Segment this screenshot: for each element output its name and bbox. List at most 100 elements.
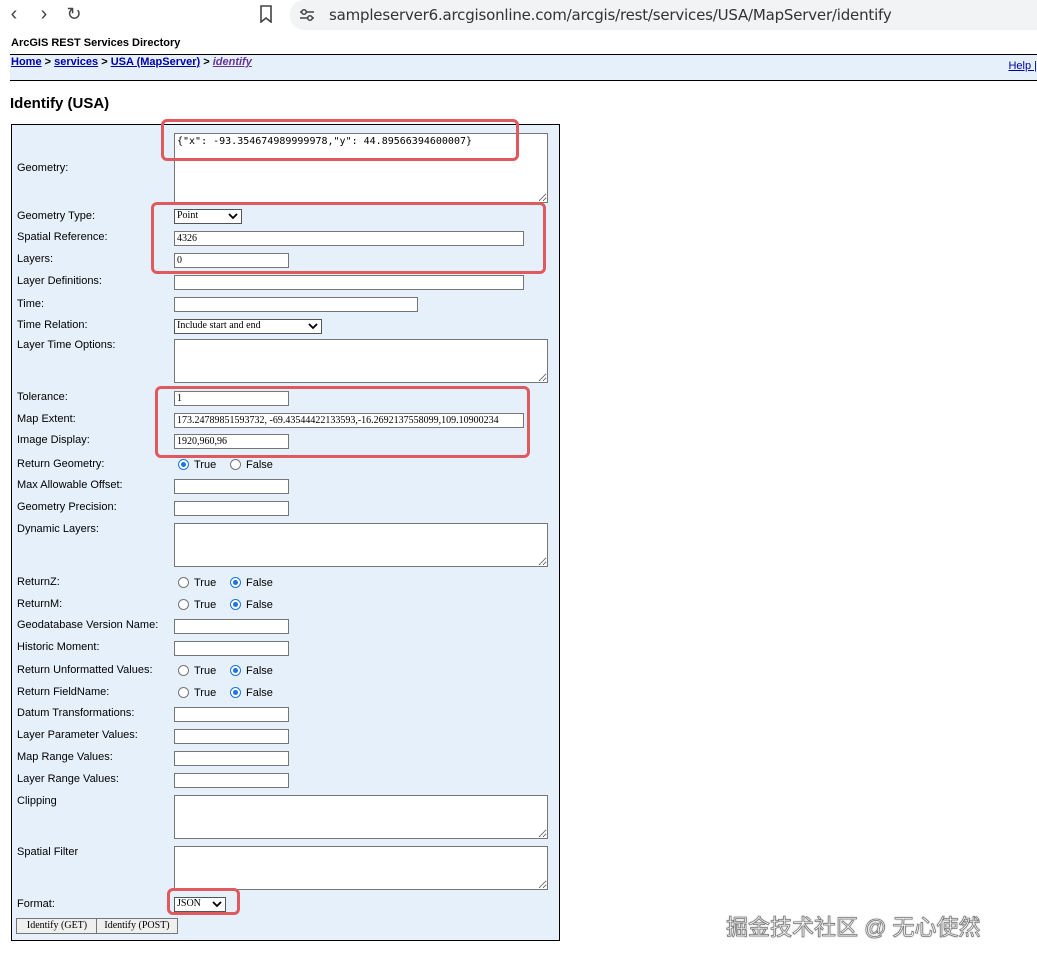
return-m-true-label: True xyxy=(194,599,217,611)
return-unformatted-label: Return Unformatted Values: xyxy=(17,664,153,676)
historic-moment-label: Historic Moment: xyxy=(17,641,100,653)
geometry-label: Geometry: xyxy=(17,162,69,174)
breadcrumb-services-link[interactable]: services xyxy=(54,56,98,68)
layer-parameter-values-label: Layer Parameter Values: xyxy=(17,729,138,741)
return-fieldname-true-radio[interactable] xyxy=(178,687,189,698)
time-relation-value: Include start and end xyxy=(177,320,261,331)
geometry-type-select[interactable]: Point xyxy=(174,209,242,224)
return-m-false-radio[interactable] xyxy=(230,599,241,610)
time-relation-label: Time Relation: xyxy=(17,319,88,331)
return-geometry-true-radio[interactable] xyxy=(178,459,189,470)
return-z-true-label: True xyxy=(194,577,217,589)
geometry-precision-input[interactable] xyxy=(174,501,289,516)
clipping-textarea[interactable] xyxy=(174,795,548,839)
datum-transformations-input[interactable] xyxy=(174,707,289,722)
format-label: Format: xyxy=(17,898,55,910)
chevron-down-icon xyxy=(228,213,238,220)
image-display-input[interactable] xyxy=(174,434,289,449)
return-z-false-radio[interactable] xyxy=(230,577,241,588)
layer-range-values-label: Layer Range Values: xyxy=(17,773,119,785)
spatial-reference-label: Spatial Reference: xyxy=(17,231,108,243)
gdb-version-input[interactable] xyxy=(174,619,289,634)
map-extent-label: Map Extent: xyxy=(17,413,76,425)
time-label: Time: xyxy=(17,298,45,310)
max-allowable-offset-label: Max Allowable Offset: xyxy=(17,479,123,491)
layer-time-options-label: Layer Time Options: xyxy=(17,339,116,351)
layer-time-options-textarea[interactable] xyxy=(174,339,548,383)
url-text[interactable]: sampleserver6.arcgisonline.com/arcgis/re… xyxy=(329,6,892,24)
datum-transformations-label: Datum Transformations: xyxy=(17,707,135,719)
layer-parameter-values-input[interactable] xyxy=(174,729,289,744)
chevron-down-icon xyxy=(308,323,318,330)
back-icon[interactable]: ‹ xyxy=(3,2,25,26)
identify-form: Geometry: {"x": -93.354674989999978,"y":… xyxy=(11,124,560,941)
watermark: 掘金技术社区 @ 无心使然 xyxy=(726,915,981,941)
reload-icon[interactable]: ↻ xyxy=(63,2,85,26)
return-z-false-label: False xyxy=(246,577,273,589)
site-settings-icon[interactable] xyxy=(299,8,315,22)
breadcrumb-separator: > xyxy=(200,56,213,68)
spatial-filter-label: Spatial Filter xyxy=(17,846,79,858)
map-range-values-input[interactable] xyxy=(174,751,289,766)
historic-moment-input[interactable] xyxy=(174,641,289,656)
return-fieldname-false-label: False xyxy=(246,687,273,699)
dynamic-layers-label: Dynamic Layers: xyxy=(17,523,99,535)
breadcrumb-separator: > xyxy=(41,56,55,68)
page-title: Identify (USA) xyxy=(10,95,110,112)
tolerance-label: Tolerance: xyxy=(17,391,68,403)
format-value: JSON xyxy=(177,898,201,909)
layers-input[interactable] xyxy=(174,253,289,268)
return-unformatted-false-label: False xyxy=(246,665,273,677)
breadcrumb-bar: Home > services > USA (MapServer) > iden… xyxy=(10,54,1037,81)
breadcrumb-home-link[interactable]: Home xyxy=(11,56,42,68)
identify-post-button[interactable]: Identify (POST) xyxy=(96,918,178,934)
map-range-values-label: Map Range Values: xyxy=(17,751,113,763)
dynamic-layers-textarea[interactable] xyxy=(174,523,548,567)
gdb-version-label: Geodatabase Version Name: xyxy=(17,619,159,631)
layer-range-values-input[interactable] xyxy=(174,773,289,788)
identify-get-button[interactable]: Identify (GET) xyxy=(16,918,98,934)
forward-icon[interactable]: › xyxy=(33,2,55,26)
return-m-label: ReturnM: xyxy=(17,598,63,610)
return-fieldname-false-radio[interactable] xyxy=(230,687,241,698)
layer-definitions-input[interactable] xyxy=(174,275,524,290)
geometry-textarea[interactable]: {"x": -93.354674989999978,"y": 44.895663… xyxy=(174,133,548,203)
help-link[interactable]: Help | xyxy=(1008,60,1037,72)
image-display-label: Image Display: xyxy=(17,434,90,446)
breadcrumb-separator: > xyxy=(98,56,111,68)
bookmark-icon[interactable] xyxy=(259,5,273,23)
geometry-precision-label: Geometry Precision: xyxy=(17,501,117,513)
spatial-reference-input[interactable] xyxy=(174,231,524,246)
return-m-false-label: False xyxy=(246,599,273,611)
return-unformatted-false-radio[interactable] xyxy=(230,665,241,676)
return-unformatted-true-radio[interactable] xyxy=(178,665,189,676)
return-z-label: ReturnZ: xyxy=(17,576,60,588)
clipping-label: Clipping xyxy=(17,795,57,807)
geometry-type-value: Point xyxy=(177,210,199,221)
browser-toolbar: ‹ › ↻ sampleserver6.arcgisonline.com/arc… xyxy=(0,0,1037,30)
breadcrumb-current-link[interactable]: identify xyxy=(213,56,252,68)
layer-definitions-label: Layer Definitions: xyxy=(17,275,102,287)
time-relation-select[interactable]: Include start and end xyxy=(174,319,322,334)
return-geometry-label: Return Geometry: xyxy=(17,458,105,470)
return-z-true-radio[interactable] xyxy=(178,577,189,588)
breadcrumb: Home > services > USA (MapServer) > iden… xyxy=(11,56,252,68)
max-allowable-offset-input[interactable] xyxy=(174,479,289,494)
return-fieldname-true-label: True xyxy=(194,687,217,699)
time-input[interactable] xyxy=(174,297,418,312)
tolerance-input[interactable] xyxy=(174,391,289,406)
format-select[interactable]: JSON xyxy=(174,897,226,912)
layers-label: Layers: xyxy=(17,253,54,265)
return-geometry-false-label: False xyxy=(246,459,273,471)
map-extent-input[interactable] xyxy=(174,413,524,428)
return-fieldname-label: Return FieldName: xyxy=(17,686,110,698)
return-unformatted-true-label: True xyxy=(194,665,217,677)
return-geometry-true-label: True xyxy=(194,459,217,471)
breadcrumb-service-link[interactable]: USA (MapServer) xyxy=(111,56,200,68)
chevron-down-icon xyxy=(212,901,222,908)
geometry-type-label: Geometry Type: xyxy=(17,210,96,222)
return-m-true-radio[interactable] xyxy=(178,599,189,610)
spatial-filter-textarea[interactable] xyxy=(174,846,548,890)
return-geometry-false-radio[interactable] xyxy=(230,459,241,470)
directory-title: ArcGIS REST Services Directory xyxy=(11,37,181,49)
